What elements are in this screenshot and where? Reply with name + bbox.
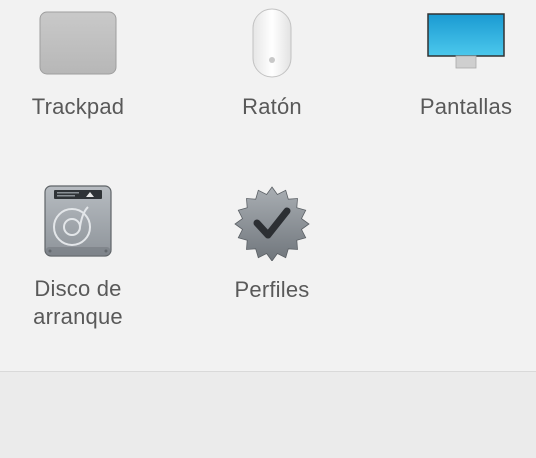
pane-startup-disk-label: Disco de arranque: [33, 276, 123, 329]
footer-area: [0, 372, 536, 458]
hard-drive-icon: [44, 185, 112, 257]
pane-mouse[interactable]: Ratón: [202, 6, 342, 126]
verified-badge-icon: [234, 186, 310, 261]
pane-profiles-label: Perfiles: [234, 277, 310, 302]
trackpad-icon: [39, 11, 117, 75]
mouse-icon: [252, 8, 292, 78]
pane-displays[interactable]: Pantallas: [396, 6, 536, 126]
pane-mouse-label: Ratón: [242, 94, 302, 119]
pane-trackpad[interactable]: Trackpad: [8, 6, 148, 126]
preferences-panel: Trackpad Ratón Pantallas Disco de arranq…: [0, 0, 536, 371]
pane-trackpad-label: Trackpad: [31, 94, 125, 119]
display-icon: [427, 13, 505, 69]
pane-startup-disk[interactable]: Disco de arranque: [8, 183, 148, 333]
pane-profiles[interactable]: Perfiles: [202, 183, 342, 313]
pane-displays-label: Pantallas: [419, 94, 513, 119]
